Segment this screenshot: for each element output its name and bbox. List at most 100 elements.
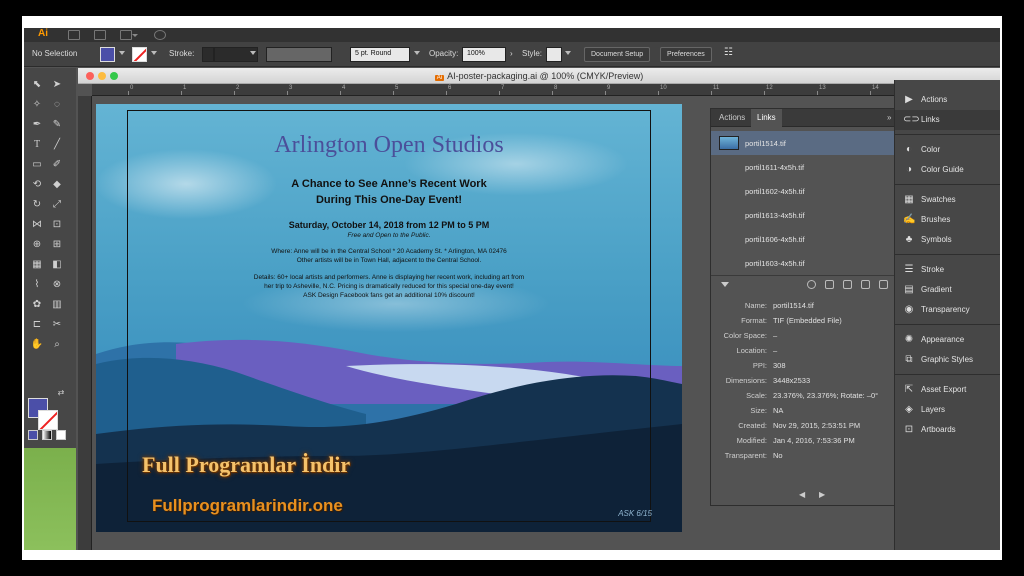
poster-where-line1[interactable]: Where: Anne will be in the Central Schoo… xyxy=(96,248,682,255)
dock-item-stroke[interactable]: ☰ Stroke xyxy=(895,260,1000,280)
graphic-style-swatch[interactable] xyxy=(546,47,562,62)
dock-item-color[interactable]: ◐ Color xyxy=(895,140,1000,160)
poster-subtitle-line2[interactable]: During This One-Day Event! xyxy=(96,194,682,206)
horizontal-ruler[interactable]: 012345678910111213141516 xyxy=(92,84,1000,96)
dock-item-brushes[interactable]: ✍ Brushes xyxy=(895,210,1000,230)
selection-tool-icon[interactable]: ⬉ xyxy=(30,78,44,92)
vertical-ruler[interactable] xyxy=(78,96,92,550)
tab-actions[interactable]: Actions xyxy=(719,113,745,122)
cloud-icon[interactable] xyxy=(807,280,816,289)
update-link-icon[interactable] xyxy=(861,280,870,289)
fill-dropdown-icon[interactable] xyxy=(119,51,125,55)
gpu-performance-icon[interactable] xyxy=(154,30,166,40)
info-row-size: Size: NA xyxy=(711,404,913,418)
brush-definition[interactable]: 5 pt. Round xyxy=(350,47,410,62)
rectangle-tool-icon[interactable]: ▭ xyxy=(30,158,44,172)
dock-item-layers[interactable]: ◈ Layers xyxy=(895,400,1000,420)
edit-original-icon[interactable] xyxy=(879,280,888,289)
line-tool-icon[interactable]: ╱ xyxy=(50,138,64,152)
previous-link-icon[interactable]: ◀ xyxy=(799,490,805,499)
align-options-icon[interactable]: ☷ xyxy=(724,47,733,58)
opacity-input[interactable]: 100% xyxy=(462,47,506,62)
poster-details-line3[interactable]: ASK Design Facebook fans get an addition… xyxy=(96,292,682,299)
next-link-icon[interactable]: ▶ xyxy=(819,490,825,499)
shaper-tool-icon[interactable]: ⟲ xyxy=(30,178,44,192)
poster-details-line2[interactable]: her trip to Asheville, N.C. Pricing is d… xyxy=(96,283,682,290)
brush-dropdown-icon[interactable] xyxy=(414,51,420,55)
column-graph-tool-icon[interactable]: ▥ xyxy=(50,298,64,312)
scale-tool-icon[interactable]: ⤢ xyxy=(50,198,64,212)
artboard-tool-icon[interactable]: ⊏ xyxy=(30,318,44,332)
dock-item-swatches[interactable]: ▦ Swatches xyxy=(895,190,1000,210)
mesh-tool-icon[interactable]: ▦ xyxy=(30,258,44,272)
document-setup-button[interactable]: Document Setup xyxy=(584,47,651,62)
symbol-sprayer-tool-icon[interactable]: ✿ xyxy=(30,298,44,312)
poster-details-line1[interactable]: Details: 60+ local artists and performer… xyxy=(96,274,682,281)
fill-swatch[interactable] xyxy=(100,47,115,62)
stock-icon[interactable] xyxy=(94,30,106,40)
dock-item-gradient[interactable]: ▤ Gradient xyxy=(895,280,1000,300)
poster-free-note[interactable]: Free and Open to the Public. xyxy=(96,232,682,239)
dock-item-artboards[interactable]: ⊡ Artboards xyxy=(895,420,1000,440)
poster-where-line2[interactable]: Other artists will be in Town Hall, adja… xyxy=(96,257,682,264)
direct-selection-tool-icon[interactable]: ➤ xyxy=(50,78,64,92)
stroke-stepper[interactable] xyxy=(202,47,214,62)
color-mode-icon[interactable] xyxy=(28,430,38,440)
variable-width-profile[interactable] xyxy=(266,47,332,62)
link-row[interactable]: portil1603-4x5h.tif xyxy=(711,251,913,275)
style-dropdown-icon[interactable] xyxy=(565,51,571,55)
show-link-info-icon[interactable] xyxy=(721,282,729,287)
link-row[interactable]: portil1606-4x5h.tif xyxy=(711,227,913,251)
stroke-dropdown-icon[interactable] xyxy=(151,51,157,55)
rotate-tool-icon[interactable]: ↻ xyxy=(30,198,44,212)
eraser-tool-icon[interactable]: ◆ xyxy=(50,178,64,192)
arrange-documents-icon[interactable] xyxy=(120,30,138,40)
poster-date[interactable]: Saturday, October 14, 2018 from 12 PM to… xyxy=(96,220,682,230)
poster-subtitle-line1[interactable]: A Chance to See Anne’s Recent Work xyxy=(96,178,682,190)
tab-links[interactable]: Links xyxy=(751,109,782,127)
link-row[interactable]: portil1611-4x5h.tif xyxy=(711,155,913,179)
stroke-weight-dropdown-icon[interactable] xyxy=(250,51,256,55)
paintbrush-tool-icon[interactable]: ✐ xyxy=(50,158,64,172)
gradient-mode-icon[interactable] xyxy=(42,430,52,440)
dock-item-actions[interactable]: ▶ Actions xyxy=(895,90,1000,110)
dock-item-asset-export[interactable]: ⇱ Asset Export xyxy=(895,380,1000,400)
curvature-tool-icon[interactable]: ✎ xyxy=(50,118,64,132)
chevron-right-icon[interactable]: › xyxy=(510,49,513,58)
gradient-tool-icon[interactable]: ◧ xyxy=(50,258,64,272)
swap-fill-stroke-icon[interactable]: ⇄ xyxy=(54,386,68,400)
type-tool-icon[interactable]: T xyxy=(30,138,44,152)
dock-item-color-guide[interactable]: ◑ Color Guide xyxy=(895,160,1000,180)
relink-icon[interactable] xyxy=(825,280,834,289)
bridge-icon[interactable] xyxy=(68,30,80,40)
dock-item-transparency[interactable]: ◉ Transparency xyxy=(895,300,1000,320)
dock-item-links[interactable]: ⊂⊃ Links xyxy=(895,110,1000,130)
free-transform-tool-icon[interactable]: ⊡ xyxy=(50,218,64,232)
go-to-link-icon[interactable] xyxy=(843,280,852,289)
magic-wand-tool-icon[interactable]: ✧ xyxy=(30,98,44,112)
zoom-tool-icon[interactable]: ⌕ xyxy=(50,338,64,352)
poster-title[interactable]: Arlington Open Studios xyxy=(96,132,682,159)
link-row[interactable]: portil1514.tif xyxy=(711,131,913,155)
none-mode-icon[interactable] xyxy=(56,430,66,440)
pen-tool-icon[interactable]: ✒ xyxy=(30,118,44,132)
artboard[interactable]: Arlington Open Studios A Chance to See A… xyxy=(96,104,682,532)
perspective-grid-tool-icon[interactable]: ⊞ xyxy=(50,238,64,252)
collapse-panel-icon[interactable]: » xyxy=(887,113,891,122)
shape-builder-tool-icon[interactable]: ⊕ xyxy=(30,238,44,252)
stroke-color-box[interactable] xyxy=(38,410,58,430)
lasso-tool-icon[interactable]: ◌ xyxy=(50,98,64,112)
stroke-swatch[interactable] xyxy=(132,47,147,62)
opacity-label[interactable]: Opacity: xyxy=(429,49,458,58)
blend-tool-icon[interactable]: ⊗ xyxy=(50,278,64,292)
width-tool-icon[interactable]: ⋈ xyxy=(30,218,44,232)
dock-item-symbols[interactable]: ♣ Symbols xyxy=(895,230,1000,250)
hand-tool-icon[interactable]: ✋ xyxy=(30,338,44,352)
link-row[interactable]: portil1613-4x5h.tif xyxy=(711,203,913,227)
preferences-button[interactable]: Preferences xyxy=(660,47,712,62)
link-row[interactable]: portil1602-4x5h.tif xyxy=(711,179,913,203)
slice-tool-icon[interactable]: ✂ xyxy=(50,318,64,332)
eyedropper-tool-icon[interactable]: ⌇ xyxy=(30,278,44,292)
dock-item-appearance[interactable]: ✺ Appearance xyxy=(895,330,1000,350)
dock-item-graphic-styles[interactable]: ⧉ Graphic Styles xyxy=(895,350,1000,370)
